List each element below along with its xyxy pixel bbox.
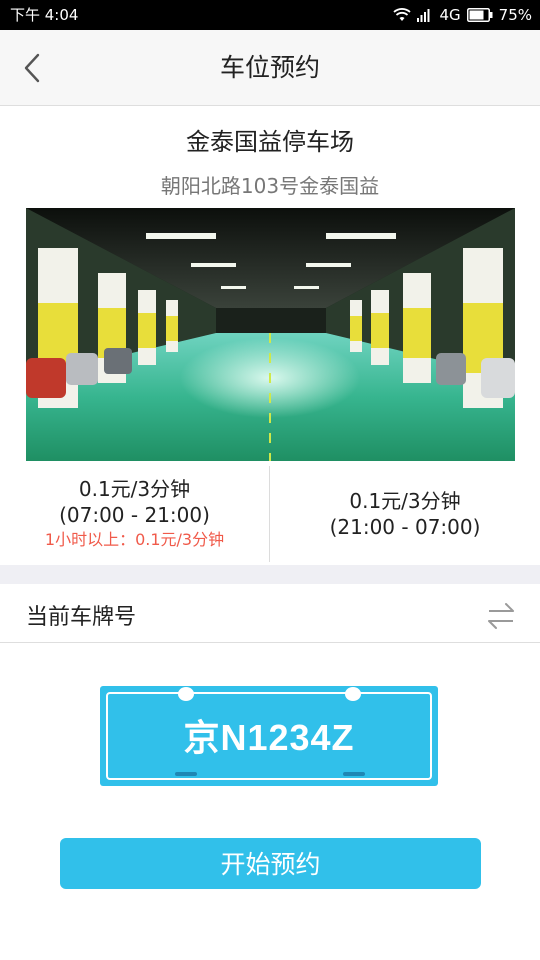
- day-rate-hours: (07:00 - 21:00): [59, 503, 210, 527]
- wifi-icon: [393, 8, 412, 21]
- swap-arrows-icon: [488, 603, 514, 629]
- night-rate: 0.1元/3分钟 (21:00 - 07:00): [270, 462, 540, 565]
- status-bar: 下午 4:04 4G 75%: [0, 0, 540, 30]
- plate-number: 京N1234Z: [183, 717, 355, 758]
- day-rate-price: 0.1元/3分钟: [78, 477, 191, 501]
- night-rate-hours: (21:00 - 07:00): [329, 515, 481, 539]
- page-title: 车位预约: [219, 53, 320, 82]
- signal-icon: [417, 9, 430, 22]
- status-icons: 4G 75%: [393, 0, 532, 30]
- battery-icon: [466, 8, 493, 22]
- night-rate-price: 0.1元/3分钟: [349, 489, 461, 513]
- section-divider: [0, 565, 540, 584]
- status-time: 下午 4:04: [10, 6, 79, 24]
- parking-lot-address: 朝阳北路103号金泰国益: [160, 174, 380, 198]
- day-rate-note: 1小时以上：0.1元/3分钟: [44, 530, 225, 549]
- day-rate: 0.1元/3分钟 (07:00 - 21:00) 1小时以上：0.1元/3分钟: [0, 462, 269, 565]
- nav-bar: 车位预约: [0, 30, 540, 106]
- switch-plate-button[interactable]: [486, 602, 516, 630]
- battery-level: 75%: [498, 6, 532, 24]
- current-plate-row: 当前车牌号: [0, 584, 540, 643]
- parking-lot-photo: [26, 208, 515, 461]
- license-plate[interactable]: 京N1234Z: [100, 686, 438, 786]
- garage-illustration: [26, 208, 515, 461]
- current-plate-label: 当前车牌号: [26, 605, 137, 630]
- start-reservation-button[interactable]: 开始预约: [60, 838, 481, 889]
- network-type: 4G: [439, 6, 461, 24]
- parking-lot-name: 金泰国益停车场: [186, 128, 354, 156]
- rate-panel: 0.1元/3分钟 (07:00 - 21:00) 1小时以上：0.1元/3分钟 …: [0, 462, 540, 565]
